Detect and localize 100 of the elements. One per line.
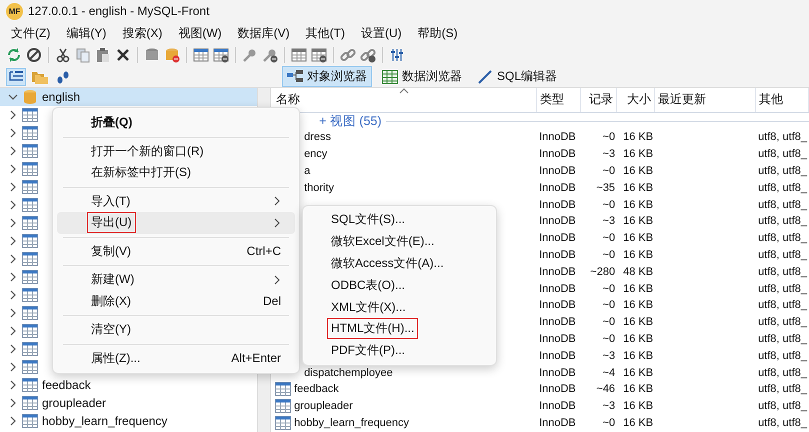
tree-item-label[interactable]: feedback: [42, 378, 91, 392]
table-name-cell[interactable]: feedback: [294, 383, 339, 396]
view-tab[interactable]: 数据浏览器: [377, 66, 467, 87]
columns-remove-icon[interactable]: [311, 47, 327, 63]
view-tab[interactable]: SQL编辑器: [472, 66, 562, 87]
submenu-item[interactable]: SQL文件(S)...: [327, 209, 410, 230]
column-header[interactable]: 类型: [540, 92, 564, 106]
table-cell: ~3: [602, 350, 616, 362]
table-name-cell[interactable]: dress: [304, 131, 331, 144]
menu-item-label: 复制(V): [90, 242, 132, 260]
table-remove-icon[interactable]: [213, 47, 229, 63]
table-name-cell[interactable]: a: [304, 164, 310, 177]
table-icon: [22, 324, 38, 338]
unlink-icon[interactable]: [360, 47, 376, 63]
table-cell: utf8, utf8_: [758, 332, 807, 345]
context-menu-item[interactable]: 清空(Y): [57, 319, 295, 340]
database-remove-icon[interactable]: [164, 47, 180, 63]
table-cell: ~4: [602, 366, 616, 379]
menu-item[interactable]: 编辑(Y): [58, 24, 114, 42]
menu-item[interactable]: 数据库(V): [230, 24, 298, 42]
menu-item[interactable]: 视图(W): [170, 24, 230, 42]
database-icon[interactable]: [144, 47, 160, 63]
context-menu-item[interactable]: 复制(V) Ctrl+C: [57, 240, 295, 262]
submenu-item[interactable]: 微软Excel文件(E)...: [327, 231, 438, 252]
menu-item[interactable]: 文件(Z): [3, 24, 58, 42]
menu-item[interactable]: 其他(T): [298, 24, 353, 42]
context-menu-item[interactable]: 属性(Z)... Alt+Enter: [57, 348, 295, 369]
submenu-item[interactable]: ODBC表(O)...: [327, 274, 409, 296]
table-cell: ~0: [602, 232, 616, 244]
context-menu-item[interactable]: 打开一个新的窗口(R): [57, 140, 295, 162]
submenu-item[interactable]: 微软Access文件(A)...: [327, 252, 448, 274]
chevron-down-icon[interactable]: [8, 92, 18, 102]
submenu-item[interactable]: PDF文件(P)...: [327, 340, 409, 362]
table-cell: InnoDB: [539, 232, 576, 244]
columns-icon[interactable]: [291, 47, 307, 63]
table-name-cell[interactable]: dispatchemployee: [304, 366, 393, 379]
table-cell: 16 KB: [623, 198, 654, 211]
object-browser-icon: [287, 70, 303, 84]
menu-item[interactable]: 帮助(S): [410, 24, 466, 42]
database-icon: [22, 90, 38, 104]
view-tab[interactable]: 对象浏览器: [282, 66, 372, 87]
window-title: 127.0.0.1 - english - MySQL-Front: [28, 4, 210, 18]
table-name-cell[interactable]: hobby_learn_frequency: [294, 416, 410, 429]
menu-item[interactable]: 搜索(X): [114, 24, 170, 42]
table-cell: 16 KB: [623, 148, 654, 160]
tree-item[interactable]: english: [0, 88, 258, 106]
table-cell: utf8, utf8_: [758, 299, 807, 312]
column-header[interactable]: 其他: [759, 92, 784, 106]
context-menu-item[interactable]: 折叠(Q): [57, 112, 295, 134]
shortcut-label: Del: [262, 294, 281, 308]
column-header[interactable]: 记录: [589, 92, 614, 106]
paste-icon[interactable]: [95, 47, 111, 63]
table-cell: ~0: [602, 316, 616, 328]
submenu-item[interactable]: XML文件(X)...: [327, 296, 410, 318]
table-cell: ~0: [602, 248, 616, 261]
table-icon[interactable]: [193, 47, 209, 63]
table-icon: [275, 399, 292, 414]
table-icon: [22, 180, 38, 194]
context-menu-item[interactable]: 新建(W): [57, 269, 295, 290]
menu-item-label: 清空(Y): [90, 321, 132, 338]
context-menu-item[interactable]: 导出(U): [57, 212, 295, 234]
link-icon[interactable]: [340, 47, 356, 63]
table-cell: utf8, utf8_: [758, 215, 807, 228]
tree-view-icon[interactable]: [6, 68, 26, 86]
table-icon: [22, 198, 38, 212]
table-name-cell[interactable]: thority: [304, 182, 334, 194]
table-grid-icon: [382, 70, 398, 84]
tree-item-label[interactable]: groupleader: [42, 396, 106, 410]
table-cell: ~46: [596, 383, 616, 396]
table-cell: 16 KB: [623, 131, 654, 144]
key-remove-icon[interactable]: [262, 47, 278, 63]
delete-icon[interactable]: [115, 47, 131, 63]
menu-item-label: 导出(U): [87, 212, 136, 234]
table-cell: utf8, utf8_: [758, 148, 807, 160]
submenu-item[interactable]: HTML文件(H)...: [327, 318, 418, 340]
sliders-icon[interactable]: [389, 47, 405, 63]
tree-item-label[interactable]: hobby_learn_frequency: [42, 414, 168, 428]
table-name-cell[interactable]: ency: [304, 148, 328, 160]
table-cell: 16 KB: [623, 215, 654, 228]
table-cell: InnoDB: [539, 332, 576, 345]
table-icon: [22, 270, 38, 284]
menu-item-label: 新建(W): [90, 271, 136, 288]
table-name-cell[interactable]: groupleader: [294, 400, 353, 412]
scissors-icon[interactable]: [55, 47, 71, 63]
table-cell: InnoDB: [539, 215, 576, 228]
column-header[interactable]: 最近更新: [658, 92, 706, 106]
context-menu-item[interactable]: 导入(T): [57, 190, 295, 212]
group-header[interactable]: + 视图 (55): [319, 112, 382, 130]
column-header[interactable]: 大小: [627, 92, 652, 106]
context-menu-item[interactable]: 删除(X) Del: [57, 290, 295, 312]
table-icon: [22, 414, 38, 428]
context-menu-item[interactable]: 在新标签中打开(S): [57, 162, 295, 184]
stop-icon[interactable]: [26, 47, 42, 63]
menu-item-label: 折叠(Q): [90, 114, 134, 132]
table-icon: [275, 382, 292, 396]
chevron-right-icon: [273, 274, 281, 285]
menu-item[interactable]: 设置(U): [352, 24, 410, 42]
menu-item-label: 删除(X): [90, 292, 132, 310]
column-header[interactable]: 名称: [276, 92, 300, 106]
table-cell: utf8, utf8_: [758, 164, 807, 177]
